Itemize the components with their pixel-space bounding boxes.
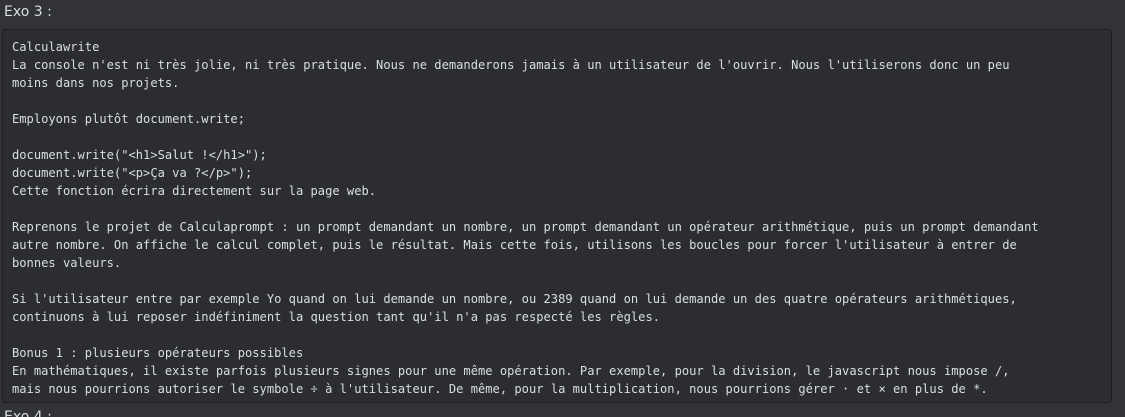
code-line: bonnes valeurs. [12,256,122,270]
code-line: Si l'utilisateur entre par exemple Yo qu… [12,292,1017,306]
code-line: En mathématiques, il existe parfois plus… [12,364,1010,378]
code-line: La console n'est ni très jolie, ni très … [12,58,1010,72]
code-line: document.write("<h1>Salut !</h1>"); [12,148,267,162]
next-exercise-title: Exo 4 : [4,409,52,417]
code-block: Calculawrite La console n'est ni très jo… [2,29,1112,403]
code-line: document.write("<p>Ça va ?</p>"); [12,166,253,180]
code-line: Bonus 1 : plusieurs opérateurs possibles [12,346,304,360]
exercise-title: Exo 3 : [4,4,52,20]
code-line: Employons plutôt document.write; [12,112,245,126]
code-line: moins dans nos projets. [12,76,180,90]
code-line: Calculawrite [12,40,100,54]
code-line: autre nombre. On affiche le calcul compl… [12,238,1017,252]
code-line: Cette fonction écrira directement sur la… [12,184,377,198]
code-line: mais nous pourrions autoriser le symbole… [12,382,988,396]
code-line: Reprenons le projet de Calculaprompt : u… [12,220,1039,234]
code-line: continuons à lui reposer indéfiniment la… [12,310,661,324]
